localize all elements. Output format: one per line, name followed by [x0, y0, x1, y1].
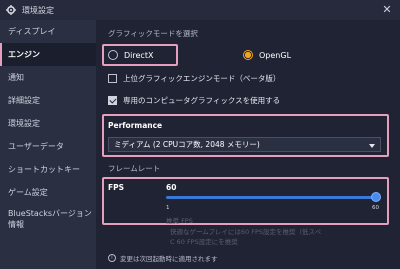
advanced-engine-label: 上位グラフィックエンジンモード（ベータ版）	[123, 74, 281, 83]
sidebar-item-advanced[interactable]: 詳細設定	[0, 89, 96, 112]
fps-slider-handle[interactable]	[371, 192, 381, 202]
opengl-radio[interactable]: OpenGL	[243, 50, 291, 60]
checkbox-checked-icon	[108, 96, 117, 105]
fps-highlight	[102, 177, 389, 225]
sidebar-item-about[interactable]: BlueStacksバージョン情報	[0, 204, 96, 234]
restart-notice: i 変更は次回起動時に適用されます	[108, 253, 218, 263]
fps-min-label: 1	[166, 205, 170, 211]
gear-icon	[6, 5, 16, 15]
performance-value: ミディアム (2 CPUコア数, 2048 メモリー)	[114, 140, 260, 149]
dedicated-gpu-checkbox[interactable]: 専用のコンピュータグラフィックスを使用する	[108, 95, 280, 106]
chevron-down-icon	[369, 144, 375, 148]
fps-value: 60	[166, 183, 177, 192]
close-icon[interactable]: ✕	[380, 3, 394, 17]
sidebar: ディスプレイ エンジン 通知 詳細設定 環境設定 ユーザーデータ ショートカット…	[0, 20, 96, 269]
dedicated-gpu-label: 専用のコンピュータグラフィックスを使用する	[123, 96, 281, 105]
fps-hint-title: 推奨 FPS	[166, 217, 193, 225]
performance-label: Performance	[108, 121, 163, 130]
fps-hint-line: 快適なゲームプレイには60 FPS設定を推奨（低スペ	[170, 228, 322, 236]
sidebar-item-notifications[interactable]: 通知	[0, 66, 96, 89]
restart-notice-text: 変更は次回起動時に適用されます	[120, 255, 218, 263]
frame-rate-label: フレームレート	[108, 164, 161, 173]
fps-label: FPS	[108, 183, 125, 192]
engine-settings-panel: グラフィックモードを選択 DirectX OpenGL 上位グラフィックエンジン…	[96, 20, 400, 269]
directx-label: DirectX	[124, 50, 154, 60]
fps-max-label: 60	[372, 205, 379, 211]
performance-select[interactable]: ミディアム (2 CPUコア数, 2048 メモリー)	[108, 137, 381, 152]
sidebar-item-shortcuts[interactable]: ショートカットキー	[0, 158, 96, 181]
sidebar-item-preferences[interactable]: 環境設定	[0, 112, 96, 135]
opengl-radio-icon	[243, 50, 253, 60]
directx-radio-icon	[108, 50, 118, 60]
sidebar-item-game-settings[interactable]: ゲーム設定	[0, 181, 96, 204]
sidebar-item-display[interactable]: ディスプレイ	[0, 20, 96, 43]
title-bar: 環境設定 ✕	[0, 0, 400, 20]
info-icon: i	[108, 254, 116, 262]
sidebar-item-engine[interactable]: エンジン	[0, 43, 96, 66]
window-title: 環境設定	[22, 5, 54, 15]
graphics-mode-label: グラフィックモードを選択	[108, 29, 198, 38]
checkbox-icon	[108, 74, 117, 83]
fps-slider-track[interactable]	[166, 196, 376, 199]
fps-hint-line-2: C 60 FPS設定にを推奨	[170, 238, 238, 246]
sidebar-item-user-data[interactable]: ユーザーデータ	[0, 135, 96, 158]
opengl-label: OpenGL	[259, 50, 292, 60]
directx-radio[interactable]: DirectX	[108, 50, 153, 60]
advanced-engine-checkbox[interactable]: 上位グラフィックエンジンモード（ベータ版）	[108, 73, 280, 84]
